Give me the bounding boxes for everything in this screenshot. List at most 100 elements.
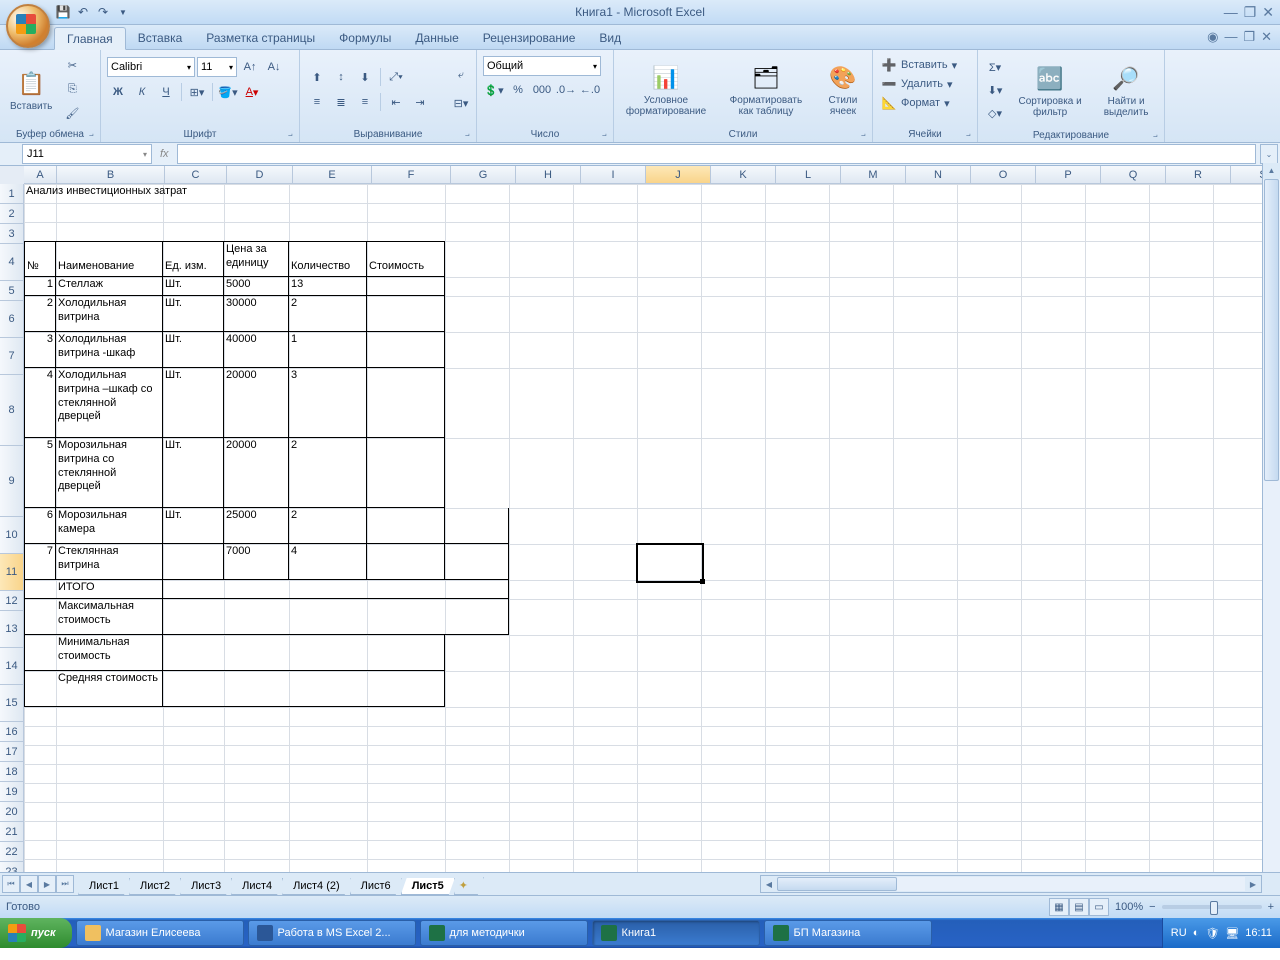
align-top-icon[interactable]: ⬆ xyxy=(306,66,328,88)
cell[interactable] xyxy=(367,438,445,508)
cell[interactable]: Морозильная камера xyxy=(56,508,163,544)
cell[interactable]: Стеклянная витрина xyxy=(56,544,163,580)
row-header[interactable]: 20 xyxy=(0,802,24,822)
sheet-tab[interactable]: Лист6 xyxy=(350,878,402,895)
column-header[interactable]: F xyxy=(372,166,451,184)
tray-icon[interactable]: ◐ xyxy=(1193,927,1200,939)
ribbon-tab[interactable]: Вставка xyxy=(126,27,195,49)
row-header[interactable]: 22 xyxy=(0,842,24,862)
cell[interactable]: Холодильная витрина –шкаф со стеклянной … xyxy=(56,368,163,438)
zoom-out-button[interactable]: − xyxy=(1149,901,1155,913)
row-header[interactable]: 7 xyxy=(0,338,24,375)
font-color-icon[interactable]: A▾ xyxy=(241,81,263,103)
paste-button[interactable]: 📋 Вставить xyxy=(4,66,58,114)
orientation-icon[interactable]: ⤢▾ xyxy=(385,66,407,88)
cell[interactable]: 7 xyxy=(24,544,56,580)
cell[interactable] xyxy=(367,368,445,438)
cell[interactable] xyxy=(163,544,224,580)
cell[interactable]: Шт. xyxy=(163,438,224,508)
comma-icon[interactable]: 000 xyxy=(531,79,553,101)
sort-filter-button[interactable]: 🔤Сортировка и фильтр xyxy=(1011,61,1089,120)
column-header[interactable]: K xyxy=(711,166,776,184)
column-header[interactable]: H xyxy=(516,166,581,184)
autosum-icon[interactable]: Σ▾ xyxy=(984,56,1006,78)
column-header[interactable]: N xyxy=(906,166,971,184)
column-header[interactable]: D xyxy=(227,166,293,184)
row-header[interactable]: 15 xyxy=(0,685,24,722)
cell[interactable] xyxy=(24,599,56,635)
row-header[interactable]: 6 xyxy=(0,301,24,338)
cell-styles-button[interactable]: 🎨Стили ячеек xyxy=(818,60,868,119)
cell[interactable] xyxy=(367,580,445,599)
start-button[interactable]: пуск xyxy=(0,918,72,948)
cell[interactable]: Цена за единицу xyxy=(224,241,289,277)
column-header[interactable]: A xyxy=(24,166,57,184)
increase-decimal-icon[interactable]: .0→ xyxy=(555,79,577,101)
align-center-icon[interactable]: ≣ xyxy=(330,91,352,113)
row-header[interactable]: 3 xyxy=(0,224,24,244)
align-left-icon[interactable]: ≡ xyxy=(306,91,328,113)
row-header[interactable]: 11 xyxy=(0,554,24,591)
cell[interactable]: Шт. xyxy=(163,296,224,332)
doc-minimize-button[interactable]: — xyxy=(1224,29,1237,45)
row-header[interactable]: 1 xyxy=(0,184,24,204)
fill-color-icon[interactable]: 🪣▾ xyxy=(217,81,239,103)
row-header[interactable]: 2 xyxy=(0,204,24,224)
row-header[interactable]: 23 xyxy=(0,862,24,872)
qat-dropdown-icon[interactable]: ▼ xyxy=(114,3,132,21)
number-format-combo[interactable]: Общий▾ xyxy=(483,56,601,76)
cell[interactable] xyxy=(445,544,509,580)
name-box[interactable]: J11▾ xyxy=(22,144,152,164)
sheet-tab[interactable]: Лист4 xyxy=(231,878,283,895)
row-header[interactable]: 14 xyxy=(0,648,24,685)
cell[interactable]: 5 xyxy=(24,438,56,508)
row-header[interactable]: 13 xyxy=(0,611,24,648)
shrink-font-icon[interactable]: A↓ xyxy=(263,56,285,78)
office-button[interactable] xyxy=(6,4,50,48)
save-icon[interactable]: 💾 xyxy=(54,3,72,21)
row-header[interactable]: 21 xyxy=(0,822,24,842)
underline-button[interactable]: Ч xyxy=(155,81,177,103)
format-painter-icon[interactable]: 🖌 xyxy=(61,103,83,125)
row-header[interactable]: 10 xyxy=(0,517,24,554)
cell[interactable]: ИТОГО xyxy=(56,580,163,599)
cell[interactable]: Холодильная витрина xyxy=(56,296,163,332)
last-sheet-icon[interactable]: ⏭ xyxy=(56,875,74,893)
sheet-tab[interactable]: Лист5 xyxy=(401,878,455,895)
prev-sheet-icon[interactable]: ◀ xyxy=(20,875,38,893)
cell[interactable]: Минимальная стоимость xyxy=(56,635,163,671)
column-header[interactable]: M xyxy=(841,166,906,184)
column-header[interactable]: E xyxy=(293,166,372,184)
cell[interactable] xyxy=(367,277,445,296)
cell[interactable]: Стоимость xyxy=(367,241,445,277)
cut-icon[interactable]: ✂ xyxy=(61,55,83,77)
undo-icon[interactable]: ↶ xyxy=(74,3,92,21)
view-buttons[interactable]: ▦▤▭ xyxy=(1049,898,1109,916)
bold-button[interactable]: Ж xyxy=(107,81,129,103)
taskbar-task[interactable]: Работа в MS Excel 2... xyxy=(248,920,416,946)
insert-cells-button[interactable]: ➕Вставить ▾ xyxy=(879,56,959,74)
page-break-icon[interactable]: ▭ xyxy=(1089,898,1109,916)
cell[interactable]: Шт. xyxy=(163,277,224,296)
cell[interactable]: Шт. xyxy=(163,332,224,368)
cell[interactable]: 25000 xyxy=(224,508,289,544)
cell[interactable]: Максимальная стоимость xyxy=(56,599,163,635)
cell[interactable] xyxy=(367,635,445,671)
align-right-icon[interactable]: ≡ xyxy=(354,91,376,113)
fill-icon[interactable]: ⬇▾ xyxy=(984,79,1006,101)
cell[interactable] xyxy=(163,671,224,707)
ribbon-tab[interactable]: Разметка страницы xyxy=(194,27,327,49)
formula-input[interactable] xyxy=(177,144,1256,164)
ribbon-tab[interactable]: Вид xyxy=(587,27,633,49)
format-cells-button[interactable]: 📐Формат ▾ xyxy=(879,94,952,112)
copy-icon[interactable]: ⎘ xyxy=(61,79,83,101)
cell[interactable] xyxy=(367,296,445,332)
cell[interactable]: № xyxy=(24,241,56,277)
clear-icon[interactable]: ◇▾ xyxy=(984,102,1006,124)
cell[interactable]: 30000 xyxy=(224,296,289,332)
cell[interactable] xyxy=(367,332,445,368)
scroll-right-icon[interactable]: ▶ xyxy=(1245,880,1261,889)
cell[interactable] xyxy=(24,635,56,671)
cell[interactable] xyxy=(163,599,224,635)
delete-cells-button[interactable]: ➖Удалить ▾ xyxy=(879,75,955,93)
